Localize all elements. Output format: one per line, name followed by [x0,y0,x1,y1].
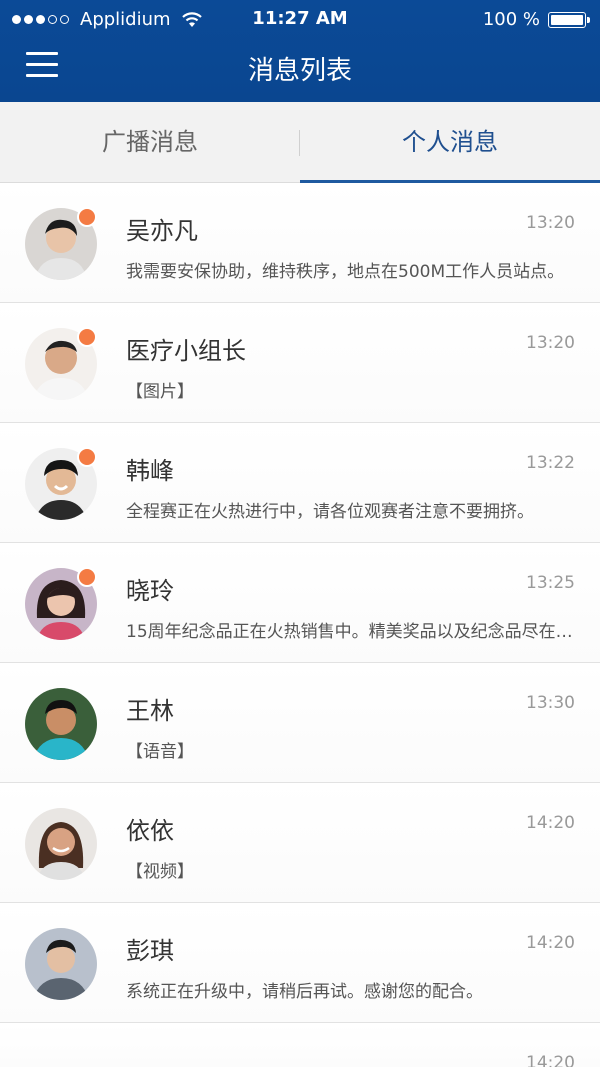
avatar [25,928,97,1000]
list-item[interactable]: 吴亦凡 13:20 我需要安保协助，维持秩序，地点在500M工作人员站点。 [0,183,600,303]
list-item[interactable]: 依依 14:20 【视频】 [0,783,600,903]
contact-name: 医疗小组长 [126,337,246,365]
list-item[interactable]: 14:20 [0,1023,600,1067]
message-list: 吴亦凡 13:20 我需要安保协助，维持秩序，地点在500M工作人员站点。 医疗… [0,183,600,1067]
message-preview: 【视频】 [126,862,194,882]
message-time: 13:25 [526,573,575,593]
message-time: 14:20 [526,813,575,833]
message-time: 13:22 [526,453,575,473]
unread-badge [77,207,97,227]
unread-badge [77,567,97,587]
contact-name: 依依 [126,817,174,845]
list-item[interactable]: 晓玲 13:25 15周年纪念品正在火热销售中。精美奖品以及纪念品尽在本店，欢迎… [0,543,600,663]
unread-badge [77,327,97,347]
tab-bar: 广播消息 个人消息 [0,102,600,183]
contact-name: 吴亦凡 [126,217,198,245]
message-preview: 15周年纪念品正在火热销售中。精美奖品以及纪念品尽在本店，欢迎选购 [126,622,586,642]
page-title: 消息列表 [247,56,352,86]
list-item[interactable]: 医疗小组长 13:20 【图片】 [0,303,600,423]
tab-broadcast-messages[interactable]: 广播消息 [0,102,300,182]
contact-name: 晓玲 [126,577,174,605]
contact-name: 彭琪 [126,937,174,965]
list-item[interactable]: 韩峰 13:22 全程赛正在火热进行中，请各位观赛者注意不要拥挤。 [0,423,600,543]
status-right: 100 % [482,9,590,30]
message-time: 14:20 [526,1053,575,1067]
avatar [25,808,97,880]
message-preview: 系统正在升级中，请稍后再试。感谢您的配合。 [126,982,483,1002]
message-preview: 【图片】 [126,382,194,402]
message-preview: 【语音】 [126,742,194,762]
unread-badge [77,447,97,467]
message-preview: 全程赛正在火热进行中，请各位观赛者注意不要拥挤。 [126,502,534,522]
message-time: 13:20 [526,333,575,353]
message-time: 14:20 [526,933,575,953]
contact-name: 王林 [126,697,174,725]
tab-divider [299,130,300,156]
app-header: Applidium 11:27 AM 100 % 消息列表 [0,0,600,102]
message-time: 13:30 [526,693,575,713]
contact-name: 韩峰 [126,457,174,485]
battery-icon [548,11,590,28]
tab-personal-messages[interactable]: 个人消息 [300,102,600,183]
message-preview: 我需要安保协助，维持秩序，地点在500M工作人员站点。 [126,262,565,282]
battery-percent: 100 % [482,9,540,30]
avatar [25,688,97,760]
list-item[interactable]: 王林 13:30 【语音】 [0,663,600,783]
list-item[interactable]: 彭琪 14:20 系统正在升级中，请稍后再试。感谢您的配合。 [0,903,600,1023]
status-bar: Applidium 11:27 AM 100 % [0,0,600,40]
message-time: 13:20 [526,213,575,233]
